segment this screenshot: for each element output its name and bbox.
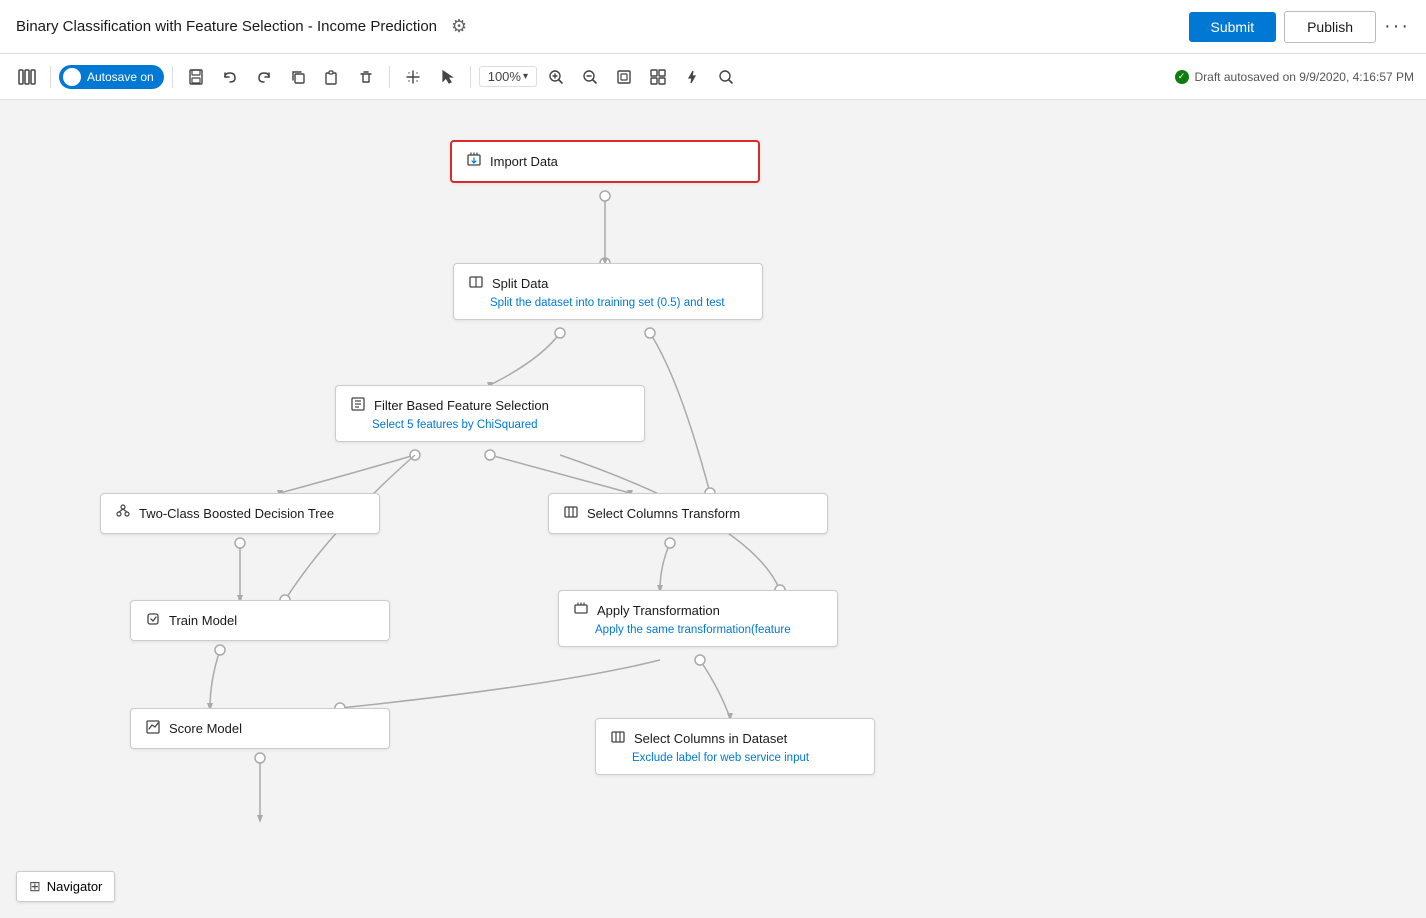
- node-title-split-data: Split Data: [468, 274, 748, 293]
- separator2: [172, 66, 173, 88]
- filter-feature-icon: [350, 396, 366, 415]
- separator: [50, 66, 51, 88]
- node-train-model[interactable]: Train Model: [130, 600, 390, 641]
- node-decision-tree[interactable]: Two-Class Boosted Decision Tree: [100, 493, 380, 534]
- zoom-chevron: ▾: [523, 71, 528, 82]
- select-cols-dataset-subtitle: Exclude label for web service input: [610, 752, 860, 764]
- autosave-label: Autosave on: [87, 70, 154, 84]
- redo-icon[interactable]: [249, 62, 279, 92]
- node-score-model[interactable]: Score Model: [130, 708, 390, 749]
- select-cols-dataset-icon: [610, 729, 626, 748]
- split-data-label: Split Data: [492, 276, 548, 291]
- submit-button[interactable]: Submit: [1189, 12, 1277, 42]
- copy-icon[interactable]: [283, 62, 313, 92]
- status-text: Draft autosaved on 9/9/2020, 4:16:57 PM: [1195, 70, 1414, 84]
- gear-icon[interactable]: ⚙: [451, 16, 467, 37]
- page-title: Binary Classification with Feature Selec…: [16, 18, 437, 35]
- apply-transform-label: Apply Transformation: [597, 603, 720, 618]
- pan-icon[interactable]: [398, 62, 428, 92]
- split-data-subtitle: Split the dataset into training set (0.5…: [468, 297, 748, 309]
- score-model-icon: [145, 719, 161, 738]
- zoom-out-icon[interactable]: [575, 62, 605, 92]
- import-data-label: Import Data: [490, 154, 558, 169]
- train-model-label: Train Model: [169, 613, 237, 628]
- autosave-toggle[interactable]: Autosave on: [59, 65, 164, 89]
- status-icon: [1175, 70, 1189, 84]
- apply-transform-icon: [573, 601, 589, 620]
- topbar-right: Submit Publish ···: [1189, 11, 1410, 43]
- node-select-cols-dataset[interactable]: Select Columns in Dataset Exclude label …: [595, 718, 875, 775]
- undo-icon[interactable]: [215, 62, 245, 92]
- separator4: [470, 66, 471, 88]
- topbar: Binary Classification with Feature Selec…: [0, 0, 1426, 54]
- toggle-circle: [63, 68, 81, 86]
- publish-button[interactable]: Publish: [1284, 11, 1376, 43]
- select-cols-dataset-label: Select Columns in Dataset: [634, 731, 787, 746]
- node-import-data[interactable]: Import Data: [450, 140, 760, 183]
- node-apply-transform[interactable]: Apply Transformation Apply the same tran…: [558, 590, 838, 647]
- node-title-apply-transform: Apply Transformation: [573, 601, 823, 620]
- zoom-in-icon[interactable]: [541, 62, 571, 92]
- status-bar: Draft autosaved on 9/9/2020, 4:16:57 PM: [1175, 70, 1414, 84]
- train-model-icon: [145, 611, 161, 630]
- score-model-label: Score Model: [169, 721, 242, 736]
- apply-transform-subtitle: Apply the same transformation(feature: [573, 624, 823, 636]
- navigator-label: Navigator: [47, 879, 103, 894]
- decision-tree-label: Two-Class Boosted Decision Tree: [139, 506, 334, 521]
- filter-feature-label: Filter Based Feature Selection: [374, 398, 549, 413]
- zoom-value: 100%: [488, 69, 521, 84]
- separator3: [389, 66, 390, 88]
- node-title-decision-tree: Two-Class Boosted Decision Tree: [115, 504, 365, 523]
- delete-icon[interactable]: [351, 62, 381, 92]
- node-select-columns[interactable]: Select Columns Transform: [548, 493, 828, 534]
- frame-icon[interactable]: [643, 62, 673, 92]
- search-icon[interactable]: [711, 62, 741, 92]
- navigator[interactable]: ⊞ Navigator: [16, 871, 115, 902]
- canvas: Import Data Split Data Split the dataset…: [0, 100, 1426, 918]
- node-title-filter-feature: Filter Based Feature Selection: [350, 396, 630, 415]
- split-data-icon: [468, 274, 484, 293]
- select-columns-label: Select Columns Transform: [587, 506, 740, 521]
- more-button[interactable]: ···: [1384, 15, 1410, 38]
- select-icon[interactable]: [432, 62, 462, 92]
- navigator-icon: ⊞: [29, 878, 41, 895]
- toolbar: Autosave on 100% ▾: [0, 54, 1426, 100]
- decision-tree-icon: [115, 504, 131, 523]
- paste-icon[interactable]: [317, 62, 347, 92]
- node-filter-feature[interactable]: Filter Based Feature Selection Select 5 …: [335, 385, 645, 442]
- library-icon[interactable]: [12, 62, 42, 92]
- filter-feature-subtitle: Select 5 features by ChiSquared: [350, 419, 630, 431]
- node-title-score-model: Score Model: [145, 719, 375, 738]
- save-icon[interactable]: [181, 62, 211, 92]
- node-title-select-columns: Select Columns Transform: [563, 504, 813, 523]
- topbar-left: Binary Classification with Feature Selec…: [16, 16, 467, 37]
- lightning-icon[interactable]: [677, 62, 707, 92]
- zoom-control[interactable]: 100% ▾: [479, 66, 537, 87]
- node-title-select-cols-dataset: Select Columns in Dataset: [610, 729, 860, 748]
- select-columns-icon: [563, 504, 579, 523]
- node-split-data[interactable]: Split Data Split the dataset into traini…: [453, 263, 763, 320]
- import-data-icon: [466, 152, 482, 171]
- node-title-train-model: Train Model: [145, 611, 375, 630]
- node-title-import-data: Import Data: [466, 152, 744, 171]
- fit-screen-icon[interactable]: [609, 62, 639, 92]
